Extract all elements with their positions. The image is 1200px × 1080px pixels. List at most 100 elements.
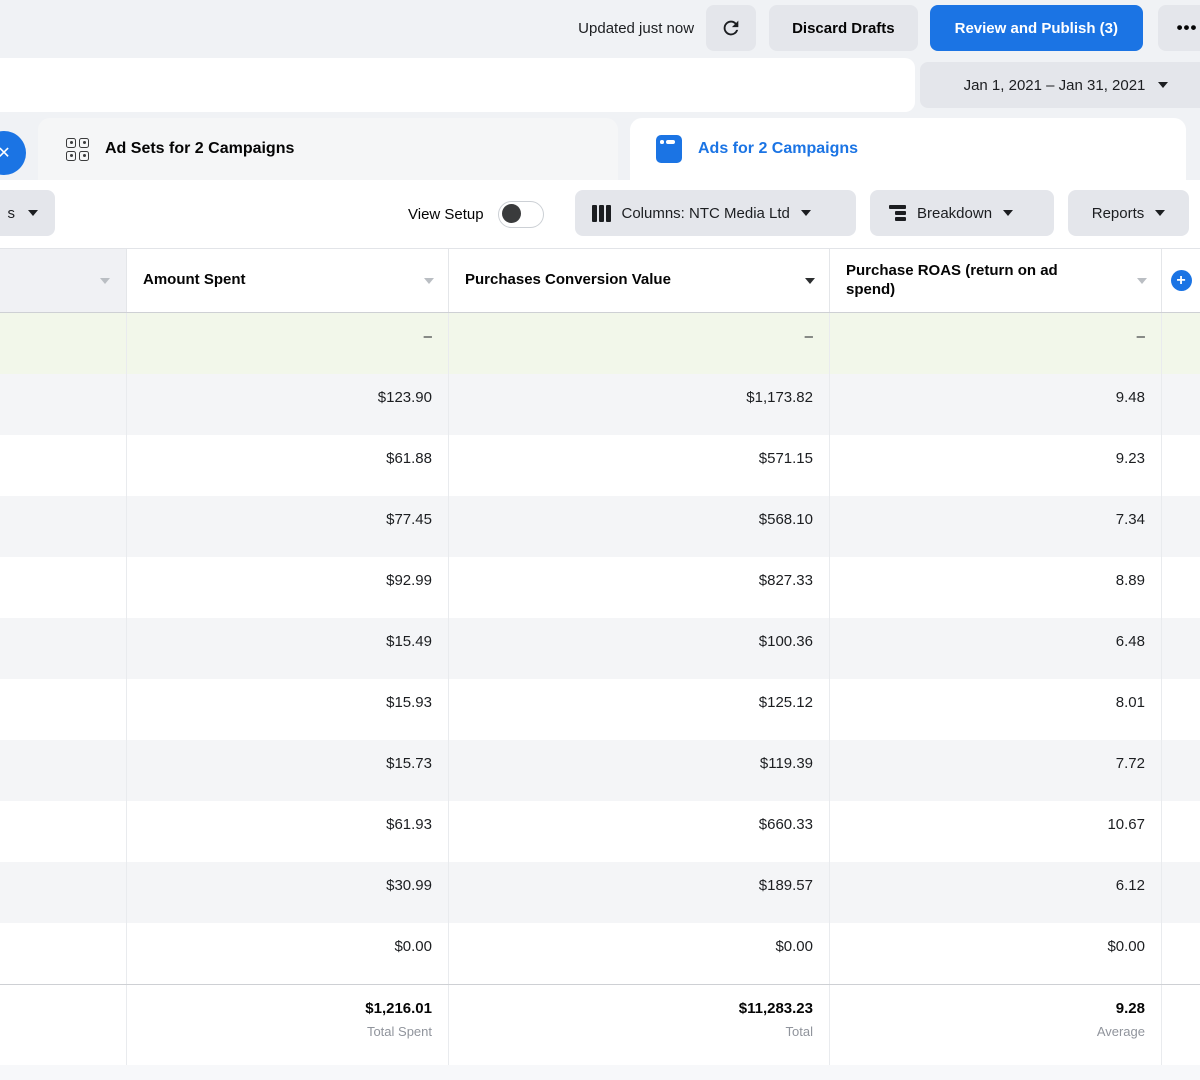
breakdown-button[interactable]: Breakdown — [870, 190, 1054, 236]
chevron-down-icon — [1158, 82, 1169, 88]
row-frozen-cell — [0, 313, 127, 374]
amount-spent-cell: $61.88 — [127, 435, 449, 496]
view-setup-toggle[interactable] — [497, 200, 544, 228]
table-toolbar: s View Setup Columns: NTC Media Ltd Brea… — [0, 180, 1200, 248]
table-row[interactable]: $61.93 $660.33 10.67 — [0, 801, 1200, 862]
roas-cell: 7.34 — [830, 496, 1162, 557]
table-row[interactable]: $15.93 $125.12 8.01 — [0, 679, 1200, 740]
ellipsis-icon: ••• — [1176, 18, 1198, 37]
row-end-cell — [1162, 496, 1200, 557]
table-row[interactable]: $61.88 $571.15 9.23 — [0, 435, 1200, 496]
date-range-picker[interactable]: Jan 1, 2021 – Jan 31, 2021 — [920, 62, 1200, 108]
table-row[interactable]: $0.00 $0.00 $0.00 — [0, 923, 1200, 984]
sort-caret-icon[interactable] — [424, 277, 434, 284]
conversion-value-cell: $1,173.82 — [449, 374, 830, 435]
row-frozen-cell — [0, 496, 127, 557]
top-action-bar: Updated just now Discard Drafts Review a… — [0, 0, 1200, 56]
search-filter-bar[interactable] — [0, 58, 915, 112]
filters-button-partial[interactable]: s — [0, 190, 55, 236]
amount-spent-cell: $15.49 — [127, 618, 449, 679]
table-row[interactable]: $30.99 $189.57 6.12 — [0, 862, 1200, 923]
roas-cell: $0.00 — [830, 923, 1162, 984]
row-frozen-cell — [0, 801, 127, 862]
row-end-cell — [1162, 557, 1200, 618]
amount-spent-cell: $15.93 — [127, 679, 449, 740]
total-spent-value: $1,216.01 — [365, 1000, 432, 1017]
conversion-value-cell: $125.12 — [449, 679, 830, 740]
tab-ads-label: Ads for 2 Campaigns — [698, 140, 859, 157]
roas-cell: 6.12 — [830, 862, 1162, 923]
column-header-label: Amount Spent — [143, 271, 246, 289]
table-totals-row: $1,216.01 Total Spent $11,283.23 Total 9… — [0, 984, 1200, 1065]
tab-ad-sets[interactable]: Ad Sets for 2 Campaigns — [38, 118, 618, 180]
conversion-value-cell: $660.33 — [449, 801, 830, 862]
columns-bars-icon — [592, 204, 611, 222]
roas-cell: 8.01 — [830, 679, 1162, 740]
amount-spent-cell: $0.00 — [127, 923, 449, 984]
conversion-value-cell: $571.15 — [449, 435, 830, 496]
sort-caret-icon[interactable] — [805, 277, 815, 284]
totals-amount-spent-cell: $1,216.01 Total Spent — [127, 985, 449, 1065]
column-header-amount-spent[interactable]: Amount Spent — [127, 249, 449, 312]
conversion-value-cell: $827.33 — [449, 557, 830, 618]
total-conversion-value: $11,283.23 — [738, 1000, 813, 1017]
review-and-publish-button[interactable]: Review and Publish (3) — [929, 5, 1143, 51]
row-frozen-cell — [0, 618, 127, 679]
conversion-value-cell: $568.10 — [449, 496, 830, 557]
roas-cell: 9.48 — [830, 374, 1162, 435]
chevron-down-icon — [800, 210, 811, 216]
refresh-button[interactable] — [706, 5, 757, 51]
date-range-label: Jan 1, 2021 – Jan 31, 2021 — [963, 76, 1146, 94]
row-frozen-cell — [0, 679, 127, 740]
row-end-cell — [1162, 618, 1200, 679]
reports-button[interactable]: Reports — [1068, 190, 1189, 236]
average-roas-caption: Average — [1096, 1024, 1145, 1039]
columns-button[interactable]: Columns: NTC Media Ltd — [575, 190, 856, 236]
chevron-down-icon — [28, 210, 38, 216]
sort-caret-icon[interactable] — [1137, 277, 1147, 284]
campaign-filter-close-badge[interactable]: ✕ — [0, 131, 26, 175]
chevron-down-icon — [1003, 210, 1014, 216]
ads-metrics-table: Amount Spent Purchases Conversion Value … — [0, 248, 1200, 1065]
average-roas-value: 9.28 — [1115, 1000, 1145, 1017]
table-header-row: Amount Spent Purchases Conversion Value … — [0, 249, 1200, 313]
table-row[interactable]: $15.73 $119.39 7.72 — [0, 740, 1200, 801]
filters-button-label: s — [7, 204, 16, 222]
totals-end-cell — [1162, 985, 1200, 1065]
more-options-button[interactable]: ••• — [1158, 5, 1200, 51]
column-header-label: Purchases Conversion Value — [465, 271, 671, 289]
amount-spent-cell: $92.99 — [127, 557, 449, 618]
row-end-cell — [1162, 679, 1200, 740]
discard-drafts-button[interactable]: Discard Drafts — [769, 5, 918, 51]
column-header-frozen-partial[interactable] — [0, 249, 127, 312]
row-frozen-cell — [0, 435, 127, 496]
table-row[interactable]: $92.99 $827.33 8.89 — [0, 557, 1200, 618]
row-end-cell — [1162, 801, 1200, 862]
refresh-icon — [723, 20, 739, 36]
amount-spent-cell: – — [127, 313, 449, 374]
conversion-value-cell: $119.39 — [449, 740, 830, 801]
toggle-knob — [501, 204, 521, 223]
ads-icon — [656, 135, 682, 163]
roas-cell: 9.23 — [830, 435, 1162, 496]
row-frozen-cell — [0, 374, 127, 435]
column-header-label: Purchase ROAS (return on ad spend) — [846, 261, 1058, 298]
conversion-value-cell: $100.36 — [449, 618, 830, 679]
add-column-cell[interactable]: + — [1162, 249, 1200, 312]
table-row[interactable]: $123.90 $1,173.82 9.48 — [0, 374, 1200, 435]
breakdown-button-label: Breakdown — [917, 204, 993, 222]
column-header-purchase-roas[interactable]: Purchase ROAS (return on ad spend) — [830, 249, 1162, 312]
roas-cell: 10.67 — [830, 801, 1162, 862]
roas-cell: 7.72 — [830, 740, 1162, 801]
amount-spent-cell: $15.73 — [127, 740, 449, 801]
table-row[interactable]: – – – — [0, 313, 1200, 374]
sort-caret-icon[interactable] — [100, 277, 110, 284]
table-row[interactable]: $77.45 $568.10 7.34 — [0, 496, 1200, 557]
amount-spent-cell: $30.99 — [127, 862, 449, 923]
tab-ads-active[interactable]: Ads for 2 Campaigns — [630, 118, 1186, 180]
add-column-plus-icon[interactable]: + — [1170, 270, 1192, 291]
amount-spent-cell: $77.45 — [127, 496, 449, 557]
table-bottom-strip — [0, 1065, 1200, 1080]
column-header-purchases-conversion-value[interactable]: Purchases Conversion Value — [449, 249, 830, 312]
table-row[interactable]: $15.49 $100.36 6.48 — [0, 618, 1200, 679]
